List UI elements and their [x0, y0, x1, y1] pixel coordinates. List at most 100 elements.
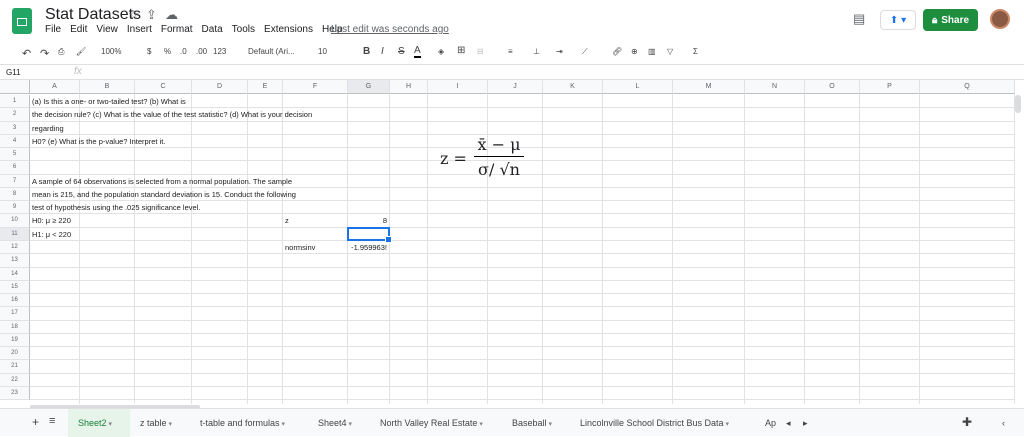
print-icon[interactable]: ⎙ [58, 47, 64, 57]
align-left-icon[interactable]: ≡ [508, 47, 513, 56]
decrease-decimal-button[interactable]: .0 [180, 47, 187, 56]
column-header-H[interactable]: H [390, 80, 428, 94]
functions-icon[interactable]: Σ [693, 47, 698, 56]
font-size-select[interactable]: 10 [318, 47, 327, 56]
share-button[interactable]: 🔒︎ Share [923, 9, 978, 31]
cell-A10[interactable]: H0: μ ≥ 220 [32, 214, 71, 227]
cell-A11[interactable]: H1: μ < 220 [32, 228, 71, 241]
row-header-7[interactable]: 7 [0, 174, 30, 188]
chevron-down-icon[interactable]: ▾ [107, 421, 112, 428]
column-header-M[interactable]: M [673, 80, 745, 94]
vertical-align-icon[interactable]: ⊥ [533, 47, 540, 56]
percent-button[interactable]: % [164, 47, 171, 56]
present-button[interactable]: ⬆ ▾ [880, 10, 916, 30]
cell-F12[interactable]: normsinv [285, 241, 315, 254]
column-header-D[interactable]: D [192, 80, 248, 94]
side-panel-toggle-icon[interactable]: ‹ [1002, 418, 1005, 428]
row-header-23[interactable]: 23 [0, 386, 30, 401]
link-icon[interactable]: 🔗︎ [612, 47, 622, 56]
column-header-O[interactable]: O [805, 80, 860, 94]
text-wrap-icon[interactable]: ⇥ [556, 47, 563, 56]
move-icon[interactable]: ⇪ [146, 7, 157, 23]
column-header-A[interactable]: A [30, 80, 80, 94]
menu-data[interactable]: Data [202, 24, 223, 35]
explore-icon[interactable]: ✚ [962, 415, 972, 429]
row-header-18[interactable]: 18 [0, 320, 30, 334]
row-header-9[interactable]: 9 [0, 201, 30, 215]
row-header-15[interactable]: 15 [0, 280, 30, 295]
cell-A7[interactable]: A sample of 64 observations is selected … [32, 175, 292, 188]
star-icon[interactable]: ☆ [128, 7, 140, 23]
menu-extensions[interactable]: Extensions [264, 24, 313, 35]
sheet-tab-baseball[interactable]: Baseball ▾ [512, 418, 552, 428]
chevron-down-icon[interactable]: ▾ [167, 421, 172, 428]
italic-button[interactable]: I [381, 46, 384, 57]
cell-G10[interactable]: 8 [348, 214, 387, 227]
chevron-down-icon[interactable]: ▾ [724, 421, 730, 428]
row-header-16[interactable]: 16 [0, 294, 30, 308]
row-header-5[interactable]: 5 [0, 148, 30, 162]
menu-insert[interactable]: Insert [127, 24, 152, 35]
sheet-tab-north-valley-real-estate[interactable]: North Valley Real Estate ▾ [380, 418, 483, 428]
scroll-tabs-left-icon[interactable]: ◂ [786, 418, 791, 429]
column-header-K[interactable]: K [543, 80, 603, 94]
row-header-12[interactable]: 12 [0, 240, 30, 255]
menu-format[interactable]: Format [161, 24, 193, 35]
row-header-14[interactable]: 14 [0, 267, 30, 281]
column-header-C[interactable]: C [135, 80, 192, 94]
avatar[interactable] [990, 9, 1010, 29]
menu-edit[interactable]: Edit [70, 24, 87, 35]
scroll-tabs-right-icon[interactable]: ▸ [803, 418, 808, 429]
column-header-F[interactable]: F [283, 80, 348, 94]
row-header-10[interactable]: 10 [0, 214, 30, 228]
cloud-status-icon[interactable]: ☁ [165, 7, 178, 23]
row-header-4[interactable]: 4 [0, 134, 30, 149]
sheet-tab-sheet2[interactable]: Sheet2 ▾ [78, 418, 112, 428]
column-header-G[interactable]: G [348, 80, 390, 94]
sheet-tab-lincolnville-school-district-bus-data[interactable]: Lincolnville School District Bus Data ▾ [580, 418, 729, 428]
cell-F10[interactable]: z [285, 214, 289, 227]
select-all-corner[interactable] [0, 80, 30, 94]
chevron-down-icon[interactable]: ▾ [347, 421, 352, 428]
sheet-tab-z-table[interactable]: z table ▾ [140, 418, 172, 428]
column-header-J[interactable]: J [488, 80, 543, 94]
row-header-20[interactable]: 20 [0, 347, 30, 361]
comments-icon[interactable]: ▤ [853, 11, 865, 27]
more-formats-button[interactable]: 123 [213, 47, 226, 56]
menu-file[interactable]: File [45, 24, 61, 35]
row-header-6[interactable]: 6 [0, 161, 30, 175]
cell-A3[interactable]: regarding [32, 122, 64, 135]
chevron-down-icon[interactable]: ▾ [477, 421, 483, 428]
chevron-down-icon[interactable]: ▾ [280, 421, 285, 428]
cell-A1[interactable]: (a) Is this a one- or two-tailed test? (… [32, 95, 186, 108]
add-sheet-button[interactable]: + [32, 415, 39, 429]
strikethrough-button[interactable]: S [398, 46, 405, 57]
row-header-21[interactable]: 21 [0, 360, 30, 374]
row-header-11[interactable]: 11 [0, 227, 30, 241]
fill-color-icon[interactable]: ◈ [438, 47, 444, 56]
row-header-2[interactable]: 2 [0, 108, 30, 122]
row-header-8[interactable]: 8 [0, 187, 30, 202]
column-header-Q[interactable]: Q [920, 80, 1015, 94]
row-header-19[interactable]: 19 [0, 333, 30, 348]
chevron-down-icon[interactable]: ▾ [547, 421, 552, 428]
paint-format-icon[interactable]: 🖌︎ [76, 47, 86, 56]
name-box[interactable]: G11 [6, 68, 21, 77]
column-header-E[interactable]: E [248, 80, 283, 94]
selected-cell-G11[interactable] [347, 226, 392, 244]
currency-button[interactable]: $ [147, 47, 151, 56]
increase-decimal-button[interactable]: .00 [196, 47, 207, 56]
document-title[interactable]: Stat Datasets [45, 6, 141, 24]
last-edit-link[interactable]: Last edit was seconds ago [331, 24, 449, 35]
borders-icon[interactable]: ⊞ [457, 45, 465, 56]
column-header-N[interactable]: N [745, 80, 805, 94]
text-rotate-icon[interactable]: ⟋ [582, 47, 588, 57]
bold-button[interactable]: B [363, 46, 370, 57]
row-header-22[interactable]: 22 [0, 373, 30, 387]
row-header-3[interactable]: 3 [0, 121, 30, 135]
cell-G12[interactable]: -1.959963! [348, 241, 387, 254]
menu-tools[interactable]: Tools [232, 24, 255, 35]
sheet-tab-sheet4[interactable]: Sheet4 ▾ [318, 418, 352, 428]
row-header-1[interactable]: 1 [0, 95, 30, 109]
redo-icon[interactable]: ↷ [40, 47, 49, 60]
